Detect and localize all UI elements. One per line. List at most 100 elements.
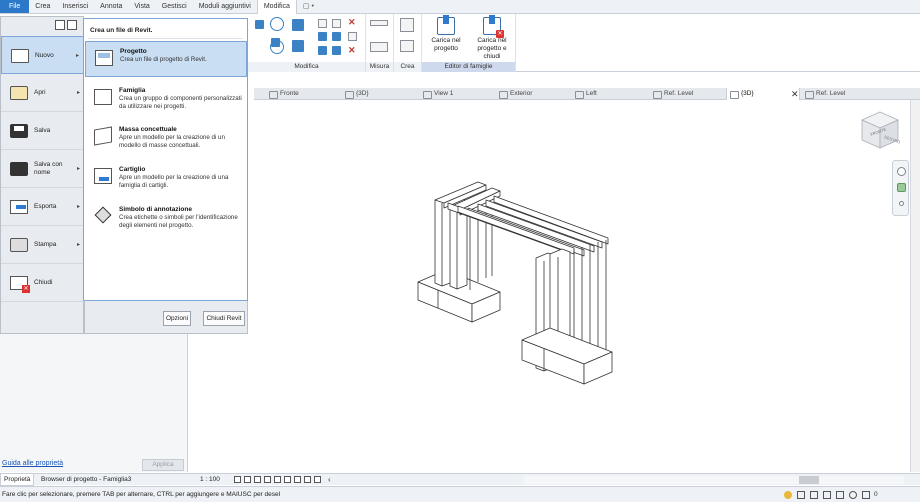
drag-elements-icon[interactable]	[849, 491, 857, 499]
show-crop-icon[interactable]	[294, 476, 301, 483]
load-and-close-button[interactable]: ✕ Carica nel progetto e chiudi	[468, 15, 516, 61]
submenu-item-title: Simbolo di annotazione	[119, 206, 192, 213]
view-tab-strip: Fronte {3D} View 1 Exterior Left Ref. Level {3…	[254, 88, 920, 100]
view-tab[interactable]: {3D}	[726, 88, 800, 100]
new-submenu-item[interactable]: Progetto Crea un file di progetto di Revi…	[85, 41, 247, 77]
file-menu-item[interactable]: Chiudi	[1, 264, 85, 302]
scale-icon[interactable]	[332, 32, 341, 41]
ribbon-tab[interactable]: Annota	[94, 0, 128, 13]
file-menu-item[interactable]: Salva con nome ▸	[1, 150, 85, 188]
zoom-icon[interactable]	[897, 183, 906, 192]
family-file-icon	[94, 89, 112, 105]
horizontal-scroll-thumb[interactable]	[799, 476, 819, 484]
worksets-icon[interactable]	[784, 491, 792, 499]
file-menu-item[interactable]: Stampa ▸	[1, 226, 85, 264]
tab-project-browser[interactable]: Browser di progetto - Famiglia3	[38, 474, 134, 486]
ribbon-tab[interactable]: Vista	[128, 0, 155, 13]
delete-icon[interactable]: ✕	[348, 46, 357, 55]
new-submenu-item[interactable]: Cartiglio Apre un modello per la creazion…	[85, 160, 247, 196]
new-submenu-item[interactable]: Famiglia Crea un gruppo di componenti per…	[85, 81, 247, 117]
exit-revit-button[interactable]: Chiudi Revit	[203, 311, 245, 326]
submenu-item-title: Cartiglio	[119, 166, 146, 173]
scroll-left-arrow[interactable]: ‹	[328, 474, 331, 486]
detail-level-icon[interactable]	[234, 476, 241, 483]
new-submenu: Crea un file di Revit. Progetto Crea un f…	[83, 18, 248, 301]
properties-tabs: Proprietà Browser di progetto - Famiglia…	[0, 473, 188, 486]
family-3d-model	[417, 181, 613, 385]
measure-icon[interactable]	[370, 20, 388, 26]
ribbon-tab[interactable]: ▢ •	[297, 0, 320, 13]
vertical-scrollbar[interactable]	[910, 100, 920, 472]
drawing-canvas[interactable]	[188, 100, 920, 472]
crop-view-icon[interactable]	[284, 476, 291, 483]
steering-wheel-icon[interactable]	[897, 167, 906, 176]
new-submenu-item[interactable]: Simbolo di annotazione Crea etichette o s…	[85, 200, 247, 244]
file-menu-item-label: Stampa	[34, 241, 57, 248]
view-tab[interactable]: Fronte	[266, 88, 340, 100]
file-menu-item[interactable]: Nuovo ▸	[1, 36, 85, 74]
trim-icon[interactable]	[292, 40, 304, 52]
ribbon-tab[interactable]: Gestisci	[156, 0, 193, 13]
move-icon[interactable]	[332, 46, 341, 55]
offset-icon[interactable]	[318, 46, 327, 55]
mirror-axis-icon[interactable]	[292, 19, 304, 31]
select-underlay-icon[interactable]	[810, 491, 818, 499]
filter-icon[interactable]	[862, 491, 870, 499]
ribbon-tab[interactable]: Modifica	[256, 0, 297, 14]
visual-style-icon[interactable]	[244, 476, 251, 483]
load-into-project-button[interactable]: Carica nel progetto	[422, 15, 470, 53]
view-tab[interactable]: Left	[572, 88, 648, 100]
view-tab[interactable]: Exterior	[496, 88, 570, 100]
split-icon[interactable]	[318, 19, 327, 28]
tab-properties[interactable]: Proprietà	[0, 474, 35, 486]
rotate-icon[interactable]	[270, 17, 284, 31]
copy-icon[interactable]	[255, 20, 264, 29]
pin-icon[interactable]	[348, 32, 357, 41]
close-view-tab-icon[interactable]: ✕	[791, 88, 799, 100]
submenu-item-title: Famiglia	[119, 87, 146, 94]
ribbon-tab[interactable]: Moduli aggiuntivi	[193, 0, 257, 13]
horizontal-scrollbar[interactable]	[524, 476, 904, 484]
submenu-arrow-icon: ▸	[76, 90, 80, 96]
file-menu-item[interactable]: Salva	[1, 112, 85, 150]
load-and-close-label: Carica nel progetto e chiudi	[477, 37, 507, 60]
load-into-project-label: Carica nel progetto	[431, 37, 461, 52]
select-by-face-icon[interactable]	[836, 491, 844, 499]
view-tab[interactable]: Ref. Level	[650, 88, 724, 100]
file-menu-item-label: Chiudi	[34, 279, 53, 286]
navigation-bar	[892, 160, 909, 216]
shadows-icon[interactable]	[264, 476, 271, 483]
view-tab[interactable]: View 1	[420, 88, 494, 100]
new-submenu-item[interactable]: Massa concettuale Apre un modello per la …	[85, 120, 247, 156]
render-icon[interactable]	[274, 476, 281, 483]
rotate-arrow-icon[interactable]	[270, 40, 284, 54]
save-disk-icon	[10, 124, 28, 138]
view-scale[interactable]: 1 : 100	[200, 474, 220, 486]
navbar-menu-icon[interactable]	[899, 201, 904, 206]
panel-title-modifica: Modifica	[248, 62, 365, 72]
view-tab[interactable]: Ref. Level	[802, 88, 876, 100]
reveal-hidden-icon[interactable]	[314, 476, 321, 483]
select-links-icon[interactable]	[797, 491, 805, 499]
temporary-hide-icon[interactable]	[304, 476, 311, 483]
align-icon[interactable]	[332, 19, 341, 28]
viewcube[interactable]: FRONTE DESTRO	[858, 108, 902, 152]
view-tab[interactable]: {3D}	[342, 88, 418, 100]
create-group-icon[interactable]	[400, 40, 414, 52]
dimension-icon[interactable]	[370, 42, 388, 52]
recent-documents-icon[interactable]	[55, 20, 65, 30]
sun-path-icon[interactable]	[254, 476, 261, 483]
file-menu-item[interactable]: Apri ▸	[1, 74, 85, 112]
ribbon-tab[interactable]: Crea	[29, 0, 56, 13]
array-icon[interactable]	[318, 32, 327, 41]
file-menu-item[interactable]: Esporta ▸	[1, 188, 85, 226]
properties-help-link[interactable]: Guida alle proprietà	[2, 460, 63, 467]
unpin-icon[interactable]: ✕	[348, 18, 357, 27]
select-pinned-icon[interactable]	[823, 491, 831, 499]
open-documents-icon[interactable]	[67, 20, 77, 30]
options-button[interactable]: Opzioni	[163, 311, 191, 326]
apply-button[interactable]: Applica	[142, 459, 184, 471]
ribbon-tab[interactable]: File	[0, 0, 30, 13]
create-similar-icon[interactable]	[400, 18, 414, 32]
ribbon-tab[interactable]: Inserisci	[56, 0, 94, 13]
